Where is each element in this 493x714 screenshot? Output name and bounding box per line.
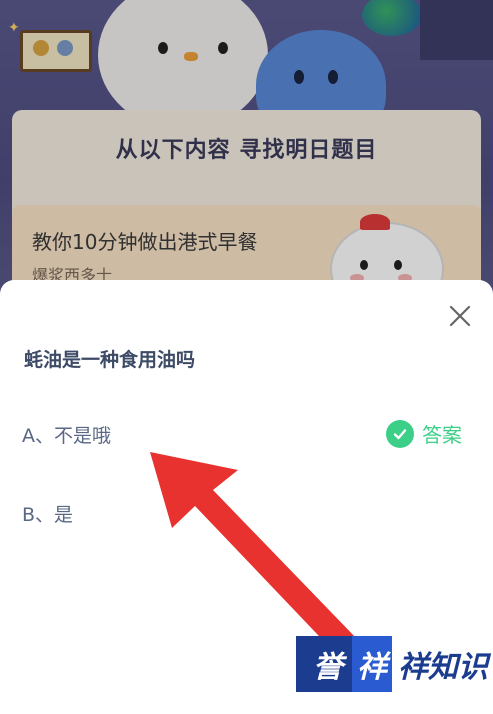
watermark-rest: 祥知识 xyxy=(398,650,488,685)
watermark-part2: 祥 xyxy=(352,636,392,692)
watermark-part1: 誉 xyxy=(296,636,360,692)
watermark-logo: 誉 祥 祥知识 xyxy=(296,636,488,692)
red-arrow-icon xyxy=(150,452,358,656)
